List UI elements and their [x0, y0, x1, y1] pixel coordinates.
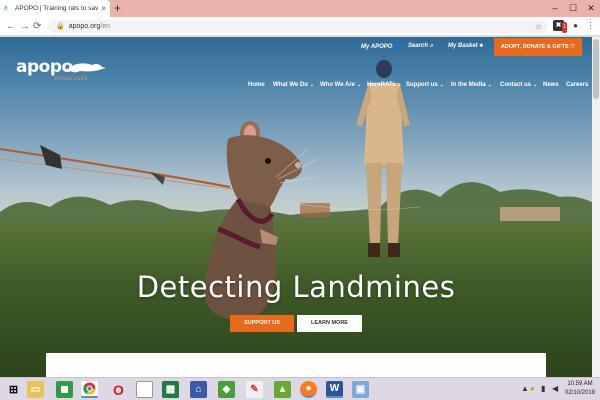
close-window-button[interactable]: ✕ [582, 0, 600, 17]
address-bar[interactable]: 🔒 apopo.org/en ☆ [48, 20, 548, 33]
chevron-down-icon: ⌄ [439, 82, 444, 88]
chrome-icon[interactable] [81, 381, 98, 398]
nav-home[interactable]: Home [248, 82, 265, 88]
logo-text: apopo [16, 57, 73, 77]
url-path: /en [100, 23, 110, 30]
clock-date: 02/10/2019 [564, 390, 596, 396]
content-panel [46, 353, 546, 377]
file-explorer-icon[interactable]: ▭ [27, 381, 44, 398]
hero-title: Detecting Landmines [136, 270, 456, 304]
paint-icon[interactable]: ✎ [246, 381, 263, 398]
back-button[interactable]: ← [6, 20, 16, 33]
nav-careers[interactable]: Careers [566, 82, 588, 88]
nav-contact-us[interactable]: Contact us ⌄ [500, 82, 537, 88]
browser-tab-strip: ʚ APOPO | Training rats to save liv × + … [0, 0, 600, 17]
search-link[interactable]: Search ⌕ [408, 43, 433, 50]
profile-avatar-icon[interactable]: ● [570, 20, 581, 31]
support-us-button[interactable]: SUPPORT US [230, 315, 294, 332]
blank-document-icon[interactable] [136, 381, 153, 398]
tray-expand-icon[interactable]: ▲ [521, 384, 529, 393]
new-tab-button[interactable]: + [114, 1, 121, 15]
network-icon[interactable]: ⌂ [190, 381, 207, 398]
herorat-image [203, 121, 318, 321]
my-basket-link[interactable]: My Basket ♣ [448, 43, 483, 49]
excel-icon[interactable]: ▦ [162, 381, 179, 398]
chevron-down-icon: ⌄ [533, 82, 538, 88]
firefox-icon[interactable]: ● [300, 381, 317, 398]
nav-herorats[interactable]: HeroRATs ⌄ [367, 82, 402, 88]
clock-time: 10:59 AM [567, 381, 593, 387]
heart-icon: ♡ [570, 44, 576, 50]
bookmark-star-icon[interactable]: ☆ [535, 20, 542, 33]
logo-rat-icon [66, 63, 106, 73]
nav-in-the-media[interactable]: In the Media ⌄ [451, 82, 492, 88]
store-icon[interactable]: ◼ [56, 381, 73, 398]
adopt-donate-gifts-button[interactable]: ADOPT, DONATE & GIFTS ♡ [494, 38, 582, 56]
windows-start-icon[interactable]: ⊞ [5, 381, 22, 398]
nav-what-we-do[interactable]: What We Do ⌄ [273, 82, 314, 88]
chevron-down-icon: ⌄ [357, 82, 362, 88]
green-app-icon[interactable]: ◆ [218, 381, 235, 398]
media-icon[interactable]: ▲ [274, 381, 291, 398]
my-apopo-link[interactable]: My APOPO 👤 [361, 43, 402, 50]
rat-favicon-icon: ʚ [4, 4, 8, 12]
learn-more-button[interactable]: LEARN MORE [297, 315, 362, 332]
user-icon: 👤 [394, 44, 402, 50]
nav-support-us[interactable]: Support us ⌄ [406, 82, 444, 88]
apopo-logo[interactable]: apopo SAVING LIVES [16, 57, 87, 81]
scrollbar-thumb[interactable] [593, 39, 599, 99]
lock-icon: 🔒 [56, 23, 65, 30]
chevron-down-icon: ⌄ [309, 82, 315, 88]
volume-icon[interactable]: ◀ [552, 384, 558, 393]
minimize-button[interactable]: – [546, 0, 564, 17]
browser-menu-icon[interactable]: ⋮ [585, 20, 596, 31]
nav-news[interactable]: News [543, 82, 559, 88]
word-icon[interactable]: W [326, 381, 343, 398]
tab-title: APOPO | Training rats to save liv [15, 5, 99, 12]
opera-icon[interactable]: O [110, 381, 127, 398]
windows-taskbar: ⊞ ▭ ◼ O ▦ ⌂ ◆ ✎ ▲ ● W ▣ ▲ ● ▮ ◀ 10:59 AM… [0, 377, 600, 400]
reload-button[interactable]: ⟳ [33, 20, 41, 33]
system-clock[interactable]: 10:59 AM 02/10/2019 [563, 380, 597, 398]
website-viewport: apopo SAVING LIVES My APOPO 👤 Search ⌕ M… [0, 37, 592, 377]
extension-icon[interactable]: ▣ 1 [553, 20, 567, 33]
nav-who-we-are[interactable]: Who We Are ⌄ [320, 82, 361, 88]
forward-button[interactable]: → [20, 20, 30, 33]
notification-app-icon[interactable]: ● [530, 384, 535, 393]
battery-icon[interactable]: ▮ [541, 384, 545, 393]
chevron-down-icon: ⌄ [487, 82, 492, 88]
url-domain: apopo.org [68, 23, 101, 30]
maximize-button[interactable]: ☐ [564, 0, 582, 17]
browser-tab[interactable]: ʚ APOPO | Training rats to save liv × [0, 0, 110, 17]
page-scrollbar[interactable] [592, 37, 600, 377]
logo-tagline: SAVING LIVES [54, 76, 88, 81]
browser-toolbar: ← → ⟳ 🔒 apopo.org/en ☆ ▣ 1 ● ⋮ [0, 17, 600, 36]
basket-icon: ♣ [479, 43, 484, 49]
photos-icon[interactable]: ▣ [352, 381, 369, 398]
search-icon: ⌕ [429, 43, 434, 49]
chevron-down-icon: ⌄ [397, 82, 402, 88]
tab-close-icon[interactable]: × [101, 4, 106, 13]
